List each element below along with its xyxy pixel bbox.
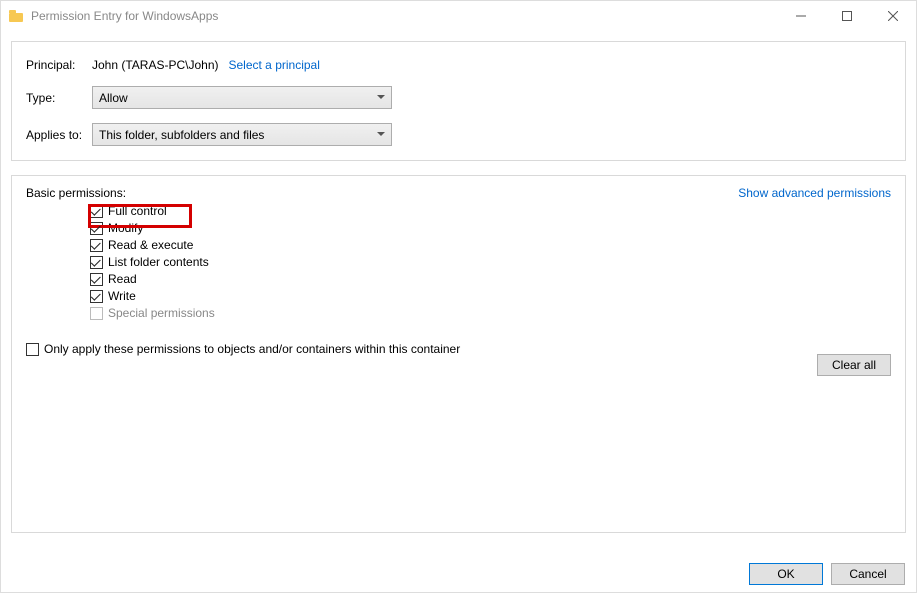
select-principal-link[interactable]: Select a principal <box>229 58 320 72</box>
permission-item: Modify <box>90 221 891 235</box>
principal-panel: Principal: John (TARAS-PC\John) Select a… <box>11 41 906 161</box>
close-button[interactable] <box>870 1 916 31</box>
maximize-button[interactable] <box>824 1 870 31</box>
permission-item: Write <box>90 289 891 303</box>
permission-item: List folder contents <box>90 255 891 269</box>
permission-checkbox[interactable] <box>90 256 103 269</box>
permissions-panel: Basic permissions: Show advanced permiss… <box>11 175 906 533</box>
permission-item: Read & execute <box>90 238 891 252</box>
permission-item: Special permissions <box>90 306 891 320</box>
permission-checkbox[interactable] <box>90 290 103 303</box>
applies-label: Applies to: <box>26 128 92 142</box>
type-select[interactable]: Allow <box>92 86 392 109</box>
principal-value: John (TARAS-PC\John) <box>92 58 219 72</box>
only-apply-checkbox[interactable] <box>26 343 39 356</box>
permission-item: Read <box>90 272 891 286</box>
permission-label: Full control <box>108 204 167 218</box>
applies-select[interactable]: This folder, subfolders and files <box>92 123 392 146</box>
chevron-down-icon <box>377 94 385 102</box>
permission-label: Write <box>108 289 136 303</box>
permission-label: Modify <box>108 221 143 235</box>
window-title: Permission Entry for WindowsApps <box>31 9 218 23</box>
permission-label: List folder contents <box>108 255 209 269</box>
folder-icon <box>9 10 23 22</box>
type-value: Allow <box>99 91 128 105</box>
principal-label: Principal: <box>26 58 92 72</box>
permission-checkbox[interactable] <box>90 222 103 235</box>
permission-checkbox[interactable] <box>90 205 103 218</box>
window-controls <box>778 1 916 31</box>
clear-all-button[interactable]: Clear all <box>817 354 891 376</box>
chevron-down-icon <box>377 131 385 139</box>
only-apply-label: Only apply these permissions to objects … <box>44 342 460 356</box>
ok-button[interactable]: OK <box>749 563 823 585</box>
permissions-list: Full control Modify Read & execute List fol… <box>90 204 891 320</box>
permission-label: Special permissions <box>108 306 215 320</box>
applies-value: This folder, subfolders and files <box>99 128 264 142</box>
type-label: Type: <box>26 91 92 105</box>
permission-checkbox[interactable] <box>90 273 103 286</box>
title-bar: Permission Entry for WindowsApps <box>1 1 916 31</box>
cancel-label: Cancel <box>849 567 886 581</box>
permission-checkbox <box>90 307 103 320</box>
show-advanced-link[interactable]: Show advanced permissions <box>738 186 891 200</box>
permission-label: Read <box>108 272 137 286</box>
permission-item: Full control <box>90 204 891 218</box>
ok-label: OK <box>777 567 794 581</box>
cancel-button[interactable]: Cancel <box>831 563 905 585</box>
permission-label: Read & execute <box>108 238 193 252</box>
permissions-header: Basic permissions: <box>26 186 126 200</box>
clear-all-label: Clear all <box>832 358 876 372</box>
minimize-button[interactable] <box>778 1 824 31</box>
dialog-footer: OK Cancel <box>749 563 905 585</box>
permission-checkbox[interactable] <box>90 239 103 252</box>
